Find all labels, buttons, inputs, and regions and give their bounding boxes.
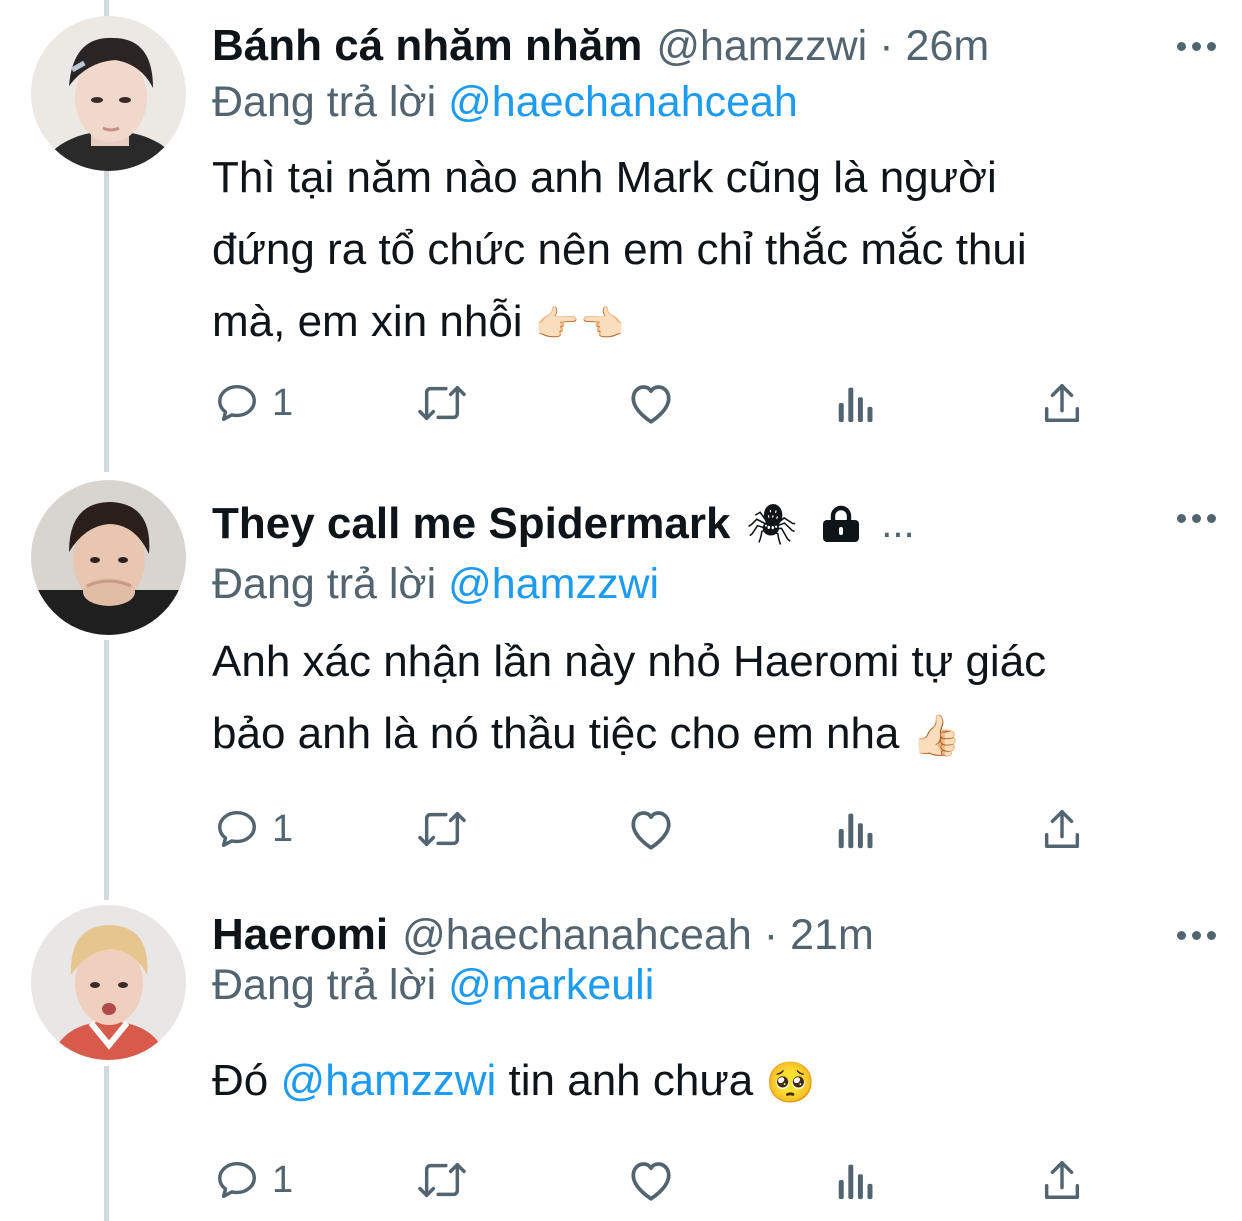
share-button[interactable] <box>1040 804 1084 854</box>
tweet-header: Haeromi @haechanahceah · 21m <box>212 905 874 965</box>
heart-icon <box>631 385 671 424</box>
replying-mention[interactable]: @markeuli <box>448 961 654 1009</box>
reply-button[interactable]: 1 <box>214 804 293 854</box>
like-button[interactable] <box>626 804 676 854</box>
pointing-hands-emoji: 👉🏻👈🏻 <box>534 303 625 345</box>
retweet-button[interactable] <box>414 378 470 428</box>
views-button[interactable] <box>834 378 878 428</box>
reply-count: 1 <box>272 381 294 424</box>
tweet-text-start: Đó <box>212 1056 269 1105</box>
tweet-text-line: Thì tại năm nào anh Mark cũng là người <box>212 153 997 202</box>
avatar[interactable] <box>31 480 186 635</box>
thumbs-up-emoji: 👍🏻 <box>911 714 962 759</box>
spider-emoji: 🕷 <box>746 502 798 547</box>
reply-count: 1 <box>272 1158 294 1201</box>
retweet-icon <box>418 385 466 421</box>
tweet-actions: 1 <box>212 804 1112 854</box>
display-name[interactable]: They call me Spidermark <box>212 499 730 549</box>
display-name[interactable]: Haeromi <box>212 910 388 960</box>
tweet-header: Bánh cá nhăm nhăm @hamzzwi · 26m <box>212 16 989 76</box>
tweet-mention[interactable]: @hamzzwi <box>280 1056 496 1105</box>
separator: · <box>763 910 779 959</box>
tweet-actions: 1 <box>212 1155 1112 1205</box>
tweet-actions: 1 <box>212 378 1112 428</box>
user-handle[interactable]: @hamzzwi <box>656 22 867 71</box>
like-button[interactable] <box>626 1155 676 1205</box>
replying-mention[interactable]: @haechanahceah <box>448 78 798 126</box>
views-icon <box>838 387 873 423</box>
tweet-text-line: Anh xác nhận lần này nhỏ Haeromi tự giác <box>212 637 1047 686</box>
tweet-header: They call me Spidermark 🕷 ... <box>212 494 915 554</box>
avatar[interactable] <box>31 905 186 1060</box>
tweet-text-line: bảo anh là nó thầu tiệc cho em nha 👍🏻 <box>212 698 1046 772</box>
tweet-text-end: tin anh chưa <box>508 1056 754 1105</box>
replying-to: Đang trả lời @hamzzwi <box>212 560 659 609</box>
share-button[interactable] <box>1040 1155 1084 1205</box>
views-button[interactable] <box>834 804 878 854</box>
like-button[interactable] <box>626 378 676 428</box>
pleading-face-emoji: 🥺 <box>765 1061 816 1106</box>
views-icon <box>838 813 873 849</box>
retweet-button[interactable] <box>414 1155 470 1205</box>
display-name[interactable]: Bánh cá nhăm nhăm <box>212 21 642 71</box>
separator: · <box>879 21 894 70</box>
replying-prefix: Đang trả lời <box>212 961 437 1009</box>
share-button[interactable] <box>1040 378 1084 428</box>
tweet-text: Anh xác nhận lần này nhỏ Haeromi tự giác… <box>212 626 1046 772</box>
reply-icon <box>218 1161 256 1199</box>
timestamp[interactable]: 26m <box>906 22 990 71</box>
share-icon <box>1044 1161 1080 1199</box>
tweet[interactable]: They call me Spidermark 🕷 ... Đang trả l… <box>0 480 1242 868</box>
retweet-icon <box>418 811 466 847</box>
share-icon <box>1044 810 1080 848</box>
replying-prefix: Đang trả lời <box>212 560 437 608</box>
more-icon[interactable] <box>1177 16 1216 76</box>
tweet-text-line: mà, em xin nhỗi 👉🏻👈🏻 <box>212 286 1027 360</box>
reply-icon <box>218 384 256 422</box>
retweet-button[interactable] <box>414 804 470 854</box>
more-icon[interactable] <box>1177 905 1216 965</box>
tweet-text: Thì tại năm nào anh Mark cũng là người đ… <box>212 142 1027 360</box>
views-button[interactable] <box>834 1155 878 1205</box>
reply-icon <box>218 810 256 848</box>
timestamp[interactable]: 21m <box>790 911 874 960</box>
tweet-text: Đó @hamzzwi tin anh chưa 🥺 <box>212 1045 815 1119</box>
reply-button[interactable]: 1 <box>214 1155 293 1205</box>
views-icon <box>838 1164 873 1200</box>
tweet-text-line: đứng ra tổ chức nên em chỉ thắc mắc thui <box>212 225 1027 274</box>
lock-icon <box>819 504 863 544</box>
replying-mention[interactable]: @hamzzwi <box>448 560 659 608</box>
tweet[interactable]: Haeromi @haechanahceah · 21m Đang trả lờ… <box>0 905 1242 1221</box>
user-handle[interactable]: @haechanahceah <box>402 911 752 960</box>
heart-icon <box>631 1162 671 1201</box>
more-icon[interactable] <box>1177 488 1216 548</box>
share-icon <box>1044 384 1080 422</box>
avatar[interactable] <box>31 16 186 171</box>
retweet-icon <box>418 1162 466 1198</box>
replying-to: Đang trả lời @markeuli <box>212 961 654 1010</box>
replying-prefix: Đang trả lời <box>212 78 437 126</box>
tweet[interactable]: Bánh cá nhăm nhăm @hamzzwi · 26m Đang tr… <box>0 16 1242 446</box>
name-overflow: ... <box>881 501 915 546</box>
reply-count: 1 <box>272 807 294 850</box>
heart-icon <box>631 811 671 850</box>
replying-to: Đang trả lời @haechanahceah <box>212 78 798 127</box>
reply-button[interactable]: 1 <box>214 378 293 428</box>
